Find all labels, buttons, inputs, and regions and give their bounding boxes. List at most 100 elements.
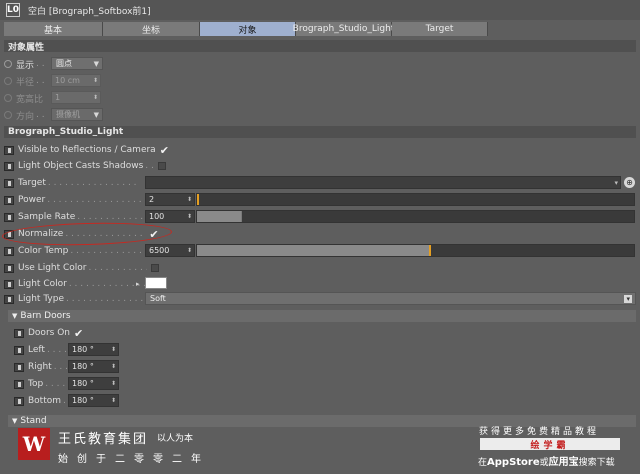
door-left-field[interactable]: 180 ° ⬍ (68, 343, 119, 356)
direction-row: 方向 . . (4, 108, 45, 122)
door-top-row: Top . . . . (14, 377, 65, 391)
keyframe-icon[interactable] (4, 195, 14, 205)
slider-handle[interactable] (197, 194, 199, 205)
keyframe-icon[interactable] (4, 212, 14, 222)
spinner-icon[interactable]: ⬍ (187, 196, 192, 203)
title-bar: L0 空白 [Brograph_Softbox前1] (0, 0, 640, 20)
aspect-value: 1 (55, 93, 61, 102)
spinner-icon[interactable]: ⬍ (111, 363, 116, 370)
spinner-icon[interactable]: ⬍ (187, 247, 192, 254)
keyframe-icon[interactable] (14, 379, 24, 389)
tab-object[interactable]: 对象 (200, 22, 296, 36)
spinner-icon[interactable]: ⬍ (187, 213, 192, 220)
display-dropdown[interactable]: 圆点 ▼ (51, 57, 103, 70)
door-left-row: Left . . . . (14, 343, 67, 357)
keyframe-icon[interactable] (4, 145, 14, 155)
light-type-dropdown[interactable]: Soft ▾ (145, 292, 636, 305)
brand-motto: 以人为本 (157, 434, 194, 444)
tab-brograph-studio-light[interactable]: Brograph_Studio_Light (293, 22, 394, 36)
doors-on-checkbox[interactable]: ✔ (74, 327, 83, 340)
door-right-field[interactable]: 180 ° ⬍ (68, 360, 119, 373)
door-bottom-field[interactable]: 180 ° ⬍ (68, 394, 119, 407)
color-temp-slider[interactable] (196, 244, 635, 257)
door-bottom-label: Bottom (28, 396, 62, 406)
light-type-row: Light Type . . . . . . . . . . . . . . .… (4, 292, 144, 306)
door-left-value: 180 ° (72, 345, 94, 354)
visible-reflections-checkbox[interactable]: ✔ (160, 144, 169, 157)
casts-shadows-row: Light Object Casts Shadows . . (4, 159, 166, 173)
promo-headline: 获得更多免费精品教程 (479, 427, 600, 437)
sample-rate-label: Sample Rate (18, 212, 76, 222)
sample-rate-row: Sample Rate . . . . . . . . . . . . . . … (4, 210, 149, 224)
door-bottom-value: 180 ° (72, 396, 94, 405)
chevron-down-icon[interactable]: ▾ (614, 179, 618, 187)
tab-target[interactable]: Target (392, 22, 488, 36)
promo-yyb: 应用宝 (548, 457, 579, 468)
spinner-icon[interactable]: ⬍ (111, 380, 116, 387)
promo-suffix: 搜索下载 (578, 458, 615, 468)
use-light-color-row: Use Light Color . . . . . . . . . . . . … (4, 261, 159, 275)
label-dots: . . . . . . . . . . . . . . . . . . (68, 279, 145, 289)
spinner-icon[interactable]: ⬍ (93, 94, 98, 101)
light-color-swatch[interactable] (145, 277, 167, 289)
brand-founded: 始创于二零零二年 (58, 454, 210, 465)
tab-coord[interactable]: 坐标 (103, 22, 200, 36)
label-dots: . . . . . . . . . . . . . . . . . . . (47, 178, 138, 188)
keyframe-icon[interactable] (4, 178, 14, 188)
casts-shadows-label: Light Object Casts Shadows (18, 161, 144, 171)
radio-icon[interactable] (4, 60, 12, 68)
direction-value: 摄像机 (56, 110, 80, 119)
tab-basic[interactable]: 基本 (4, 22, 103, 36)
spinner-icon[interactable]: ⬍ (111, 397, 116, 404)
keyframe-icon[interactable] (14, 328, 24, 338)
expand-arrow-icon[interactable]: ▸ (136, 280, 140, 288)
label-dots: . . (36, 59, 45, 69)
power-field[interactable]: 2 ⬍ (145, 193, 195, 206)
door-top-label: Top (28, 379, 44, 389)
aspect-row: 宽高比 (4, 91, 43, 105)
keyframe-icon[interactable] (4, 263, 14, 273)
label-dots: . . (145, 161, 154, 171)
radio-icon[interactable] (4, 94, 12, 102)
door-top-field[interactable]: 180 ° ⬍ (68, 377, 119, 390)
display-row: 显示 . . (4, 57, 45, 71)
label-dots: . . . . . . . . . . . . . (88, 263, 147, 273)
radio-icon[interactable] (4, 77, 12, 85)
color-temp-field[interactable]: 6500 ⬍ (145, 244, 195, 257)
door-top-value: 180 ° (72, 379, 94, 388)
door-left-label: Left (28, 345, 45, 355)
keyframe-icon[interactable] (4, 161, 14, 171)
use-light-color-checkbox[interactable] (150, 264, 159, 272)
sample-rate-value: 100 (149, 212, 165, 221)
label-dots: . . . . (46, 345, 67, 355)
direction-dropdown[interactable]: 摄像机 ▼ (51, 108, 103, 121)
label-dots: . . (36, 76, 45, 86)
keyframe-icon[interactable] (14, 396, 24, 406)
visible-reflections-label: Visible to Reflections / Camera (18, 145, 156, 155)
keyframe-icon[interactable] (4, 294, 14, 304)
object-properties-header: 对象属性 (4, 40, 636, 53)
power-value: 2 (149, 195, 155, 204)
slider-handle[interactable] (428, 245, 431, 256)
casts-shadows-checkbox[interactable] (157, 162, 166, 170)
slider-fill (197, 245, 429, 256)
barn-doors-group-header[interactable]: ▼ Barn Doors (8, 310, 636, 322)
door-right-label: Right (28, 362, 52, 372)
spinner-icon[interactable]: ⬍ (111, 346, 116, 353)
spinner-icon[interactable]: ⬍ (93, 77, 98, 84)
target-link-field[interactable]: ▾ (145, 176, 621, 189)
power-slider[interactable] (196, 193, 635, 206)
keyframe-icon[interactable] (4, 279, 14, 289)
keyframe-icon[interactable] (14, 362, 24, 372)
keyframe-icon[interactable] (4, 246, 14, 256)
sample-rate-slider[interactable] (196, 210, 635, 223)
sample-rate-field[interactable]: 100 ⬍ (145, 210, 195, 223)
promo-prefix: 在 (478, 458, 488, 468)
keyframe-icon[interactable] (14, 345, 24, 355)
radio-icon[interactable] (4, 111, 12, 119)
use-light-color-label: Use Light Color (18, 263, 87, 273)
slider-handle[interactable] (240, 211, 242, 222)
aspect-field[interactable]: 1 ⬍ (51, 91, 101, 104)
target-pick-icon[interactable]: ⊕ (624, 177, 635, 188)
radius-field[interactable]: 10 cm ⬍ (51, 74, 101, 87)
